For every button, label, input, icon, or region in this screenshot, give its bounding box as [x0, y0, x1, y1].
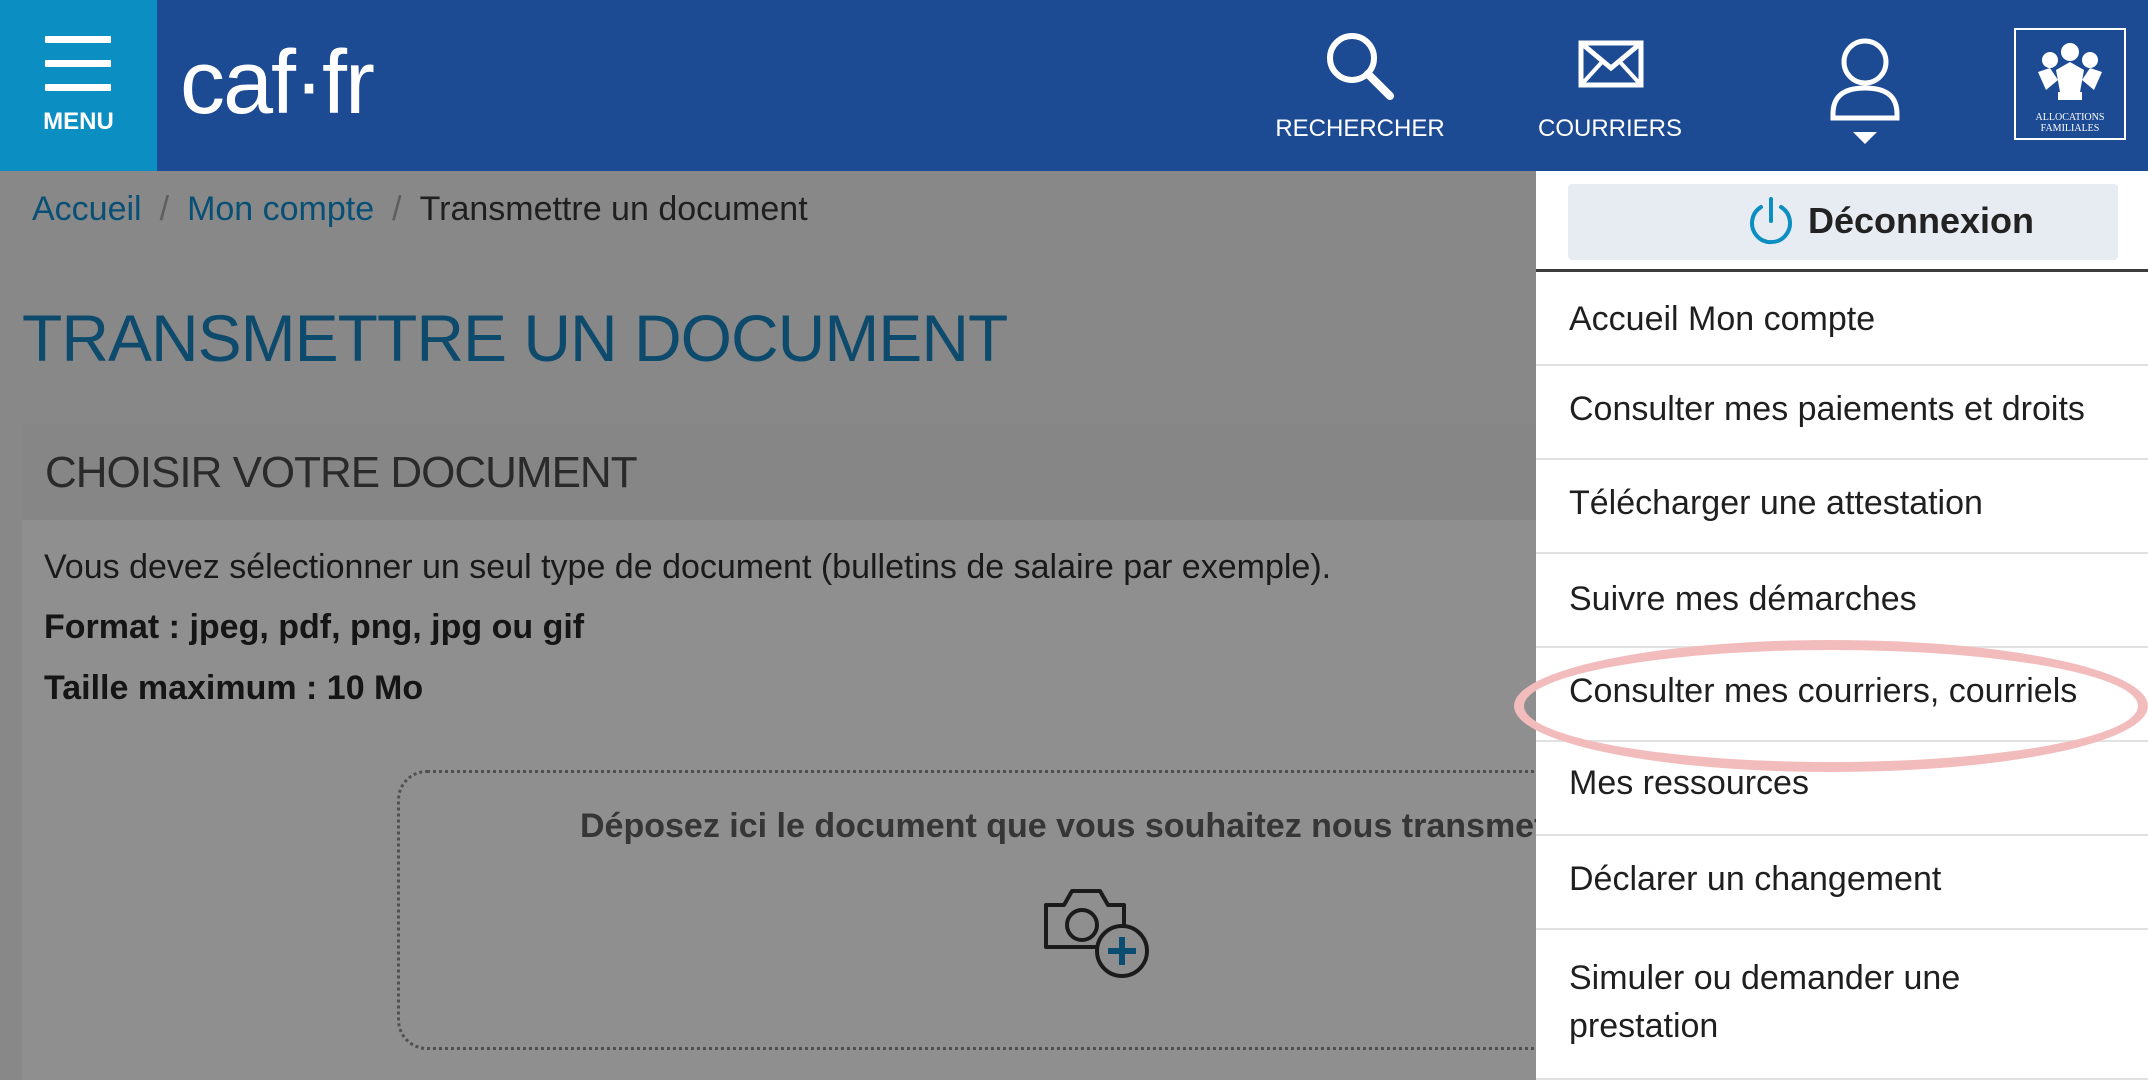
menu-item-label: Consulter mes paiements et droits — [1569, 390, 2085, 428]
breadcrumb-separator: / — [159, 190, 170, 228]
menu-item-follow-steps[interactable]: Suivre mes démarches — [1536, 554, 2148, 648]
menu-label: MENU — [43, 108, 114, 135]
menu-item-label: Accueil Mon compte — [1569, 300, 1876, 338]
breadcrumb-account[interactable]: Mon compte — [187, 190, 374, 228]
search-label: RECHERCHER — [1275, 115, 1445, 142]
logout-section: Déconnexion — [1536, 171, 2148, 272]
user-account-button[interactable] — [1810, 0, 1920, 171]
menu-button[interactable]: MENU — [0, 0, 157, 171]
panel-title: CHOISIR VOTRE DOCUMENT — [45, 448, 638, 497]
breadcrumb-home[interactable]: Accueil — [32, 190, 142, 228]
menu-item-simulate[interactable]: Simuler ou demander une prestation — [1536, 930, 2148, 1080]
caf-emblem-icon — [2038, 43, 2102, 100]
dropzone-text: Déposez ici le document que vous souhait… — [580, 807, 1589, 845]
search-icon — [1327, 33, 1394, 100]
breadcrumb: Accueil / Mon compte / Transmettre un docume… — [32, 190, 808, 229]
caf-badge-logo: ALLOCATIONS FAMILIALES — [2014, 28, 2126, 140]
menu-item-label: Télécharger une attestation — [1569, 484, 1983, 522]
breadcrumb-current: Transmettre un document — [419, 190, 808, 228]
menu-item-declare-change[interactable]: Déclarer un changement — [1536, 836, 2148, 930]
breadcrumb-separator: / — [392, 190, 402, 228]
document-panel: CHOISIR VOTRE DOCUMENT Vous devez sélect… — [22, 424, 1797, 1080]
menu-item-label: Suivre mes démarches — [1569, 580, 1917, 618]
mail-label: COURRIERS — [1537, 115, 1682, 142]
search-button[interactable]: RECHERCHER — [1270, 0, 1450, 171]
logout-label: Déconnexion — [1808, 200, 2035, 241]
top-header: MENU caf·fr RECHERCHER COURRIERS ALLOCAT… — [0, 0, 2148, 171]
menu-item-resources[interactable]: Mes ressources — [1536, 742, 2148, 836]
menu-item-account-home[interactable]: Accueil Mon compte — [1536, 272, 2148, 366]
caf-logo[interactable]: caf·fr — [180, 28, 375, 138]
mail-icon — [1578, 40, 1644, 88]
menu-item-label: Simuler ou demander une prestation — [1569, 959, 1961, 1045]
mail-button[interactable]: COURRIERS — [1530, 0, 1690, 171]
menu-item-label: Déclarer un changement — [1569, 860, 1942, 898]
instruction-text: Vous devez sélectionner un seul type de … — [44, 548, 1332, 586]
user-dropdown-menu: Déconnexion Accueil Mon compte Consulter… — [1536, 171, 2148, 1080]
badge-text: ALLOCATIONS FAMILIALES — [2035, 112, 2105, 134]
hamburger-icon — [45, 36, 111, 108]
max-size-text: Taille maximum : 10 Mo — [44, 669, 424, 707]
camera-add-icon[interactable] — [1040, 881, 1156, 981]
format-text: Format : jpeg, pdf, png, jpg ou gif — [44, 608, 585, 646]
page-title: TRANSMETTRE UN DOCUMENT — [22, 301, 1008, 375]
menu-item-mail[interactable]: Consulter mes courriers, courriels — [1536, 648, 2148, 742]
menu-item-attestation[interactable]: Télécharger une attestation — [1536, 460, 2148, 554]
menu-item-label: Consulter mes courriers, courriels — [1569, 672, 2078, 710]
menu-item-label: Mes ressources — [1569, 764, 1809, 802]
menu-item-payments[interactable]: Consulter mes paiements et droits — [1536, 366, 2148, 460]
panel-header: CHOISIR VOTRE DOCUMENT — [22, 424, 1622, 520]
user-icon — [1830, 38, 1900, 144]
logout-button[interactable]: Déconnexion — [1568, 184, 2118, 260]
power-icon — [1750, 197, 1792, 245]
